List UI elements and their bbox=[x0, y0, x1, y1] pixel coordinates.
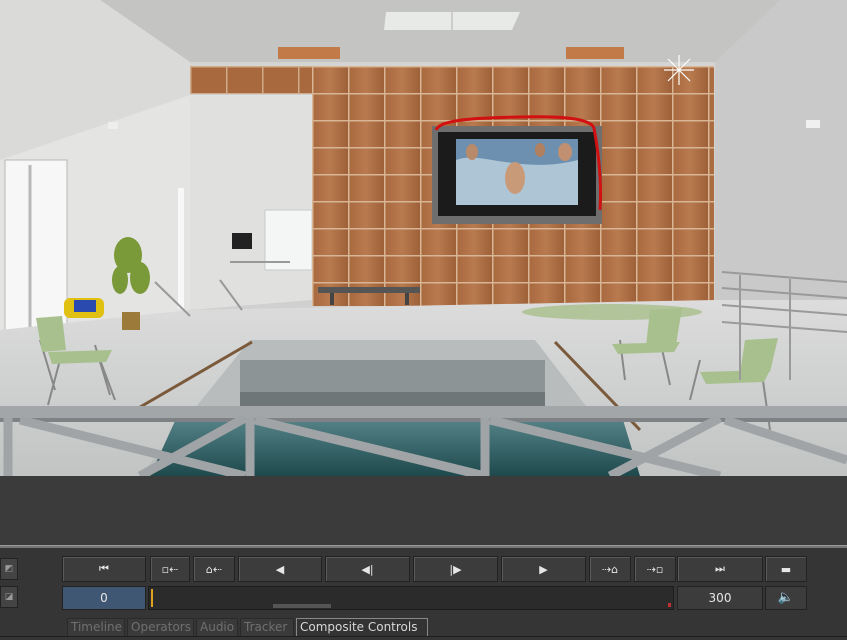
viewport-empty-area bbox=[0, 476, 847, 545]
playhead[interactable] bbox=[151, 589, 153, 607]
next-keyframe-icon: ⇢⌂ bbox=[601, 562, 619, 576]
render-image bbox=[0, 0, 847, 476]
play-icon: ▶ bbox=[539, 562, 548, 576]
side-toggle-icon[interactable]: ◩ bbox=[0, 558, 18, 580]
prev-key-icon: ▫⇠ bbox=[161, 562, 179, 576]
tab-composite-controls[interactable]: Composite Controls bbox=[296, 618, 428, 636]
side-pin-icon[interactable]: ◪ bbox=[0, 586, 18, 608]
loop-mode-button[interactable]: ▬ bbox=[765, 556, 807, 582]
go-to-end-button[interactable]: ⏭ bbox=[677, 556, 763, 582]
current-frame-field[interactable]: 0 bbox=[62, 586, 146, 610]
time-scrubber[interactable] bbox=[148, 586, 674, 610]
tab-tracker[interactable]: Tracker bbox=[240, 618, 294, 636]
tab-audio[interactable]: Audio bbox=[196, 618, 238, 636]
scrub-range-bar[interactable] bbox=[273, 604, 331, 608]
volume-icon[interactable]: 🔈 bbox=[765, 586, 807, 610]
tab-baseline bbox=[0, 636, 847, 637]
loop-icon: ▬ bbox=[780, 562, 792, 576]
play-button[interactable]: ▶ bbox=[501, 556, 586, 582]
tab-timeline[interactable]: Timeline bbox=[67, 618, 125, 636]
render-viewport[interactable] bbox=[0, 0, 847, 476]
prev-keyframe-icon: ⌂⇠ bbox=[205, 562, 223, 576]
step-forward-button[interactable]: |▶ bbox=[413, 556, 498, 582]
panel-tabs: Timeline Operators Audio Tracker Composite C… bbox=[0, 616, 847, 640]
step-forward-icon: |▶ bbox=[449, 562, 462, 576]
end-frame-field[interactable]: 300 bbox=[677, 586, 763, 610]
step-back-button[interactable]: ◀| bbox=[325, 556, 410, 582]
step-back-icon: ◀| bbox=[361, 562, 374, 576]
go-to-end-icon: ⏭ bbox=[715, 562, 725, 575]
play-reverse-icon: ◀ bbox=[275, 562, 285, 576]
step-key-back-button[interactable]: ▫⇠ bbox=[150, 556, 190, 582]
go-to-start-icon: ⏮ bbox=[99, 562, 109, 575]
play-reverse-button[interactable]: ◀ bbox=[238, 556, 322, 582]
next-key-icon: ⇢▫ bbox=[646, 562, 664, 576]
next-keyframe-button[interactable]: ⇢⌂ bbox=[589, 556, 631, 582]
end-marker bbox=[668, 603, 671, 607]
step-key-forward-button[interactable]: ⇢▫ bbox=[634, 556, 676, 582]
tab-operators[interactable]: Operators bbox=[127, 618, 194, 636]
prev-keyframe-button[interactable]: ⌂⇠ bbox=[193, 556, 235, 582]
go-to-start-button[interactable]: ⏮ bbox=[62, 556, 146, 582]
